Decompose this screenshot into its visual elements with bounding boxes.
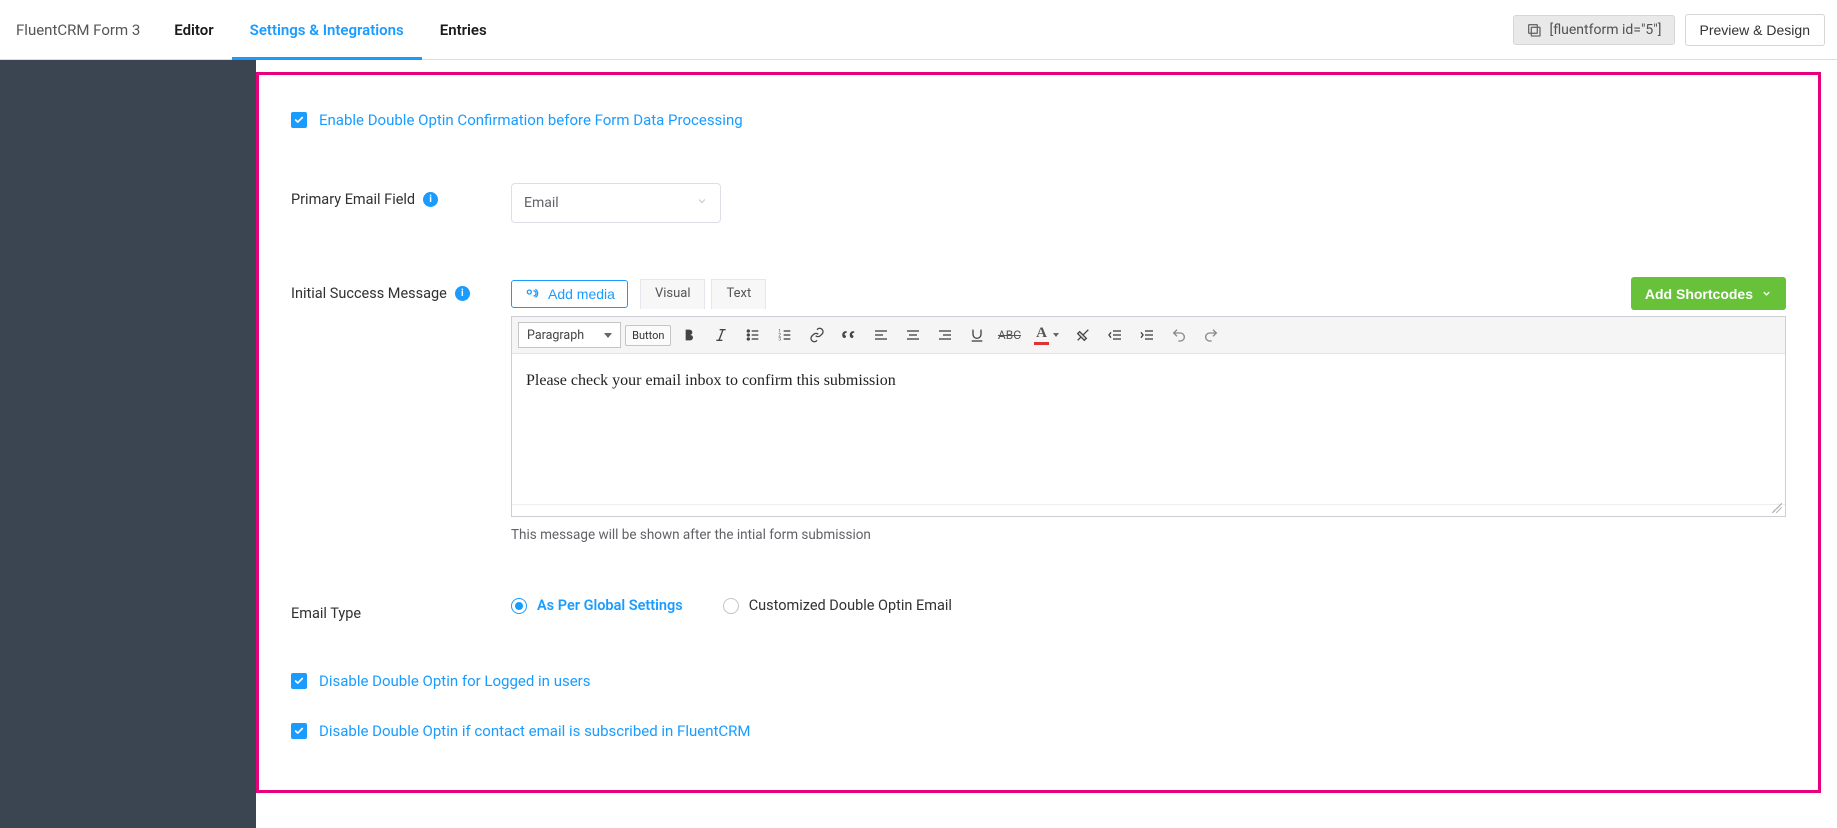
caret-down-icon xyxy=(604,333,612,338)
settings-sidebar xyxy=(0,60,256,828)
add-shortcodes-button[interactable]: Add Shortcodes xyxy=(1631,277,1786,310)
top-header: FluentCRM Form 3 Editor Settings & Integ… xyxy=(0,0,1837,60)
email-type-global-radio[interactable]: As Per Global Settings xyxy=(511,597,683,614)
radio-dot-icon xyxy=(723,598,739,614)
header-right: [fluentform id="5"] Preview & Design xyxy=(1513,0,1826,59)
shortcode-display[interactable]: [fluentform id="5"] xyxy=(1513,15,1675,45)
editor-resize-handle[interactable] xyxy=(512,504,1785,516)
caret-down-icon xyxy=(1053,333,1059,337)
primary-email-label: Primary Email Field xyxy=(291,191,415,208)
editor-top-row: Add media Visual Text Add Shortcodes xyxy=(511,277,1786,310)
paragraph-format-select[interactable]: Paragraph xyxy=(518,322,621,348)
media-icon xyxy=(524,286,540,302)
enable-double-optin-row: Enable Double Optin Confirmation before … xyxy=(291,111,1786,129)
primary-email-label-wrap: Primary Email Field i xyxy=(291,183,511,208)
outdent-button[interactable] xyxy=(1101,322,1129,348)
primary-email-row: Primary Email Field i Email xyxy=(291,183,1786,223)
email-type-global-label: As Per Global Settings xyxy=(537,597,683,614)
email-type-custom-label: Customized Double Optin Email xyxy=(749,597,952,614)
disable-logged-row: Disable Double Optin for Logged in users xyxy=(291,672,1786,690)
clear-formatting-button[interactable] xyxy=(1069,322,1097,348)
rich-editor: Paragraph Button xyxy=(511,316,1786,517)
underline-button[interactable] xyxy=(963,322,991,348)
undo-button[interactable] xyxy=(1165,322,1193,348)
paragraph-format-label: Paragraph xyxy=(527,328,584,343)
info-icon[interactable]: i xyxy=(455,286,470,301)
enable-double-optin-checkbox[interactable] xyxy=(291,112,307,128)
primary-email-select[interactable]: Email xyxy=(511,183,721,223)
align-right-button[interactable] xyxy=(931,322,959,348)
editor-tab-text[interactable]: Text xyxy=(711,279,766,309)
shortcode-icon xyxy=(1526,22,1542,38)
email-type-custom-radio[interactable]: Customized Double Optin Email xyxy=(723,597,952,614)
success-message-help: This message will be shown after the int… xyxy=(511,527,1786,543)
tab-entries[interactable]: Entries xyxy=(422,0,505,59)
success-message-label: Initial Success Message xyxy=(291,285,447,302)
indent-button[interactable] xyxy=(1133,322,1161,348)
align-center-button[interactable] xyxy=(899,322,927,348)
success-message-row: Initial Success Message i Add media Visu… xyxy=(291,277,1786,543)
link-button[interactable] xyxy=(803,322,831,348)
svg-text:3: 3 xyxy=(779,336,782,342)
add-media-label: Add media xyxy=(548,286,615,302)
italic-button[interactable] xyxy=(707,322,735,348)
editor-tab-visual[interactable]: Visual xyxy=(640,279,706,309)
blockquote-button[interactable] xyxy=(835,322,863,348)
disable-subscribed-row: Disable Double Optin if contact email is… xyxy=(291,722,1786,740)
add-shortcodes-label: Add Shortcodes xyxy=(1645,286,1753,302)
disable-logged-label: Disable Double Optin for Logged in users xyxy=(319,672,590,690)
disable-subscribed-label: Disable Double Optin if contact email is… xyxy=(319,722,750,740)
form-title: FluentCRM Form 3 xyxy=(10,0,156,59)
info-icon[interactable]: i xyxy=(423,192,438,207)
double-optin-panel: Enable Double Optin Confirmation before … xyxy=(256,72,1821,793)
email-type-label-wrap: Email Type xyxy=(291,597,511,622)
align-left-button[interactable] xyxy=(867,322,895,348)
header-tabs: Editor Settings & Integrations Entries xyxy=(156,0,504,59)
preview-design-button[interactable]: Preview & Design xyxy=(1685,14,1826,46)
editor-content[interactable]: Please check your email inbox to confirm… xyxy=(512,354,1785,504)
strikethrough-button[interactable]: ABC xyxy=(995,322,1023,348)
bullet-list-button[interactable] xyxy=(739,322,767,348)
success-message-label-wrap: Initial Success Message i xyxy=(291,277,511,302)
primary-email-value: Email xyxy=(524,195,559,211)
add-media-button[interactable]: Add media xyxy=(511,280,628,308)
radio-dot-icon xyxy=(511,598,527,614)
chevron-down-icon xyxy=(1761,286,1772,302)
editor-mode-tabs: Visual Text xyxy=(640,279,766,309)
email-type-options: As Per Global Settings Customized Double… xyxy=(511,597,1786,614)
text-color-button[interactable]: A xyxy=(1027,322,1065,348)
tab-editor[interactable]: Editor xyxy=(156,0,231,59)
email-type-label: Email Type xyxy=(291,605,361,622)
main-content: Enable Double Optin Confirmation before … xyxy=(256,60,1837,828)
chevron-down-icon xyxy=(696,195,708,211)
bold-button[interactable] xyxy=(675,322,703,348)
disable-logged-checkbox[interactable] xyxy=(291,673,307,689)
insert-button-chip[interactable]: Button xyxy=(625,325,671,346)
editor-toolbar: Paragraph Button xyxy=(512,317,1785,354)
tab-settings-integrations[interactable]: Settings & Integrations xyxy=(232,0,422,59)
shortcode-text: [fluentform id="5"] xyxy=(1550,22,1662,38)
bottom-checks: Disable Double Optin for Logged in users… xyxy=(291,672,1786,752)
enable-double-optin-label: Enable Double Optin Confirmation before … xyxy=(319,111,743,129)
redo-button[interactable] xyxy=(1197,322,1225,348)
numbered-list-button[interactable]: 123 xyxy=(771,322,799,348)
email-type-row: Email Type As Per Global Settings Custom… xyxy=(291,597,1786,622)
disable-subscribed-checkbox[interactable] xyxy=(291,723,307,739)
